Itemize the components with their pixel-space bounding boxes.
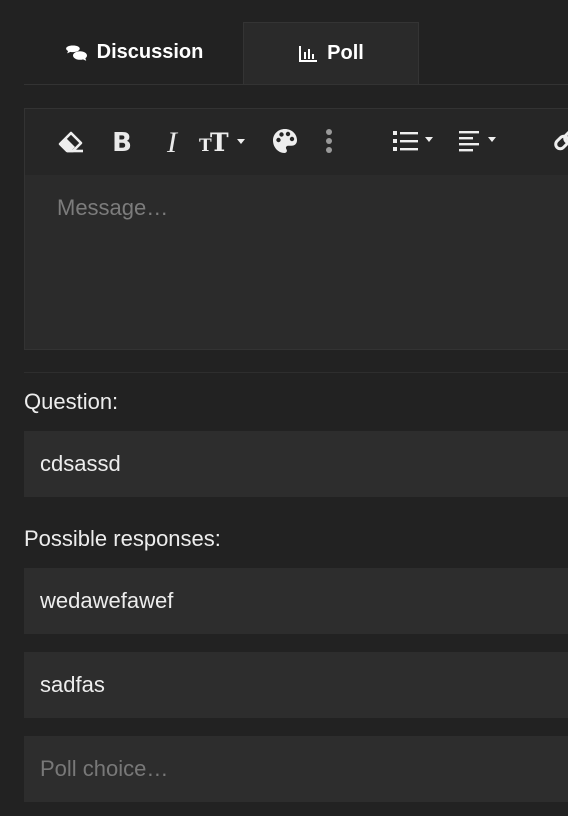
tab-poll[interactable]: Poll	[243, 22, 419, 84]
responses-label: Possible responses:	[24, 526, 221, 551]
eraser-button[interactable]	[55, 128, 87, 158]
list-icon	[392, 130, 438, 157]
poll-composer: Discussion Poll B I T T Message… Questio…	[0, 0, 568, 816]
tab-discussion[interactable]: Discussion	[24, 22, 243, 83]
message-editor: B I T T	[24, 108, 568, 350]
link-icon	[551, 128, 568, 158]
link-button[interactable]	[551, 128, 568, 158]
list-button[interactable]	[391, 128, 439, 158]
eraser-icon	[57, 129, 85, 158]
editor-toolbar: B I T T	[25, 109, 568, 176]
bold-button[interactable]: B	[107, 128, 137, 158]
italic-icon: I	[167, 126, 177, 159]
palette-icon	[271, 127, 299, 160]
align-left-icon	[458, 130, 504, 157]
align-button[interactable]	[457, 128, 505, 158]
tab-discussion-label: Discussion	[96, 41, 204, 63]
italic-button[interactable]: I	[157, 126, 187, 159]
more-options-button[interactable]	[319, 128, 339, 158]
question-input[interactable]	[24, 431, 568, 497]
poll-choice-input[interactable]	[24, 568, 568, 634]
message-body	[25, 175, 568, 349]
message-textarea[interactable]	[25, 175, 568, 349]
bar-chart-icon	[298, 45, 318, 63]
svg-text:T: T	[210, 128, 229, 154]
poll-choice-input[interactable]	[24, 652, 568, 718]
tab-poll-label: Poll	[327, 42, 364, 64]
text-size-button[interactable]: T T	[197, 128, 253, 158]
new-poll-choice-input[interactable]	[24, 736, 568, 802]
divider	[24, 372, 568, 373]
palette-button[interactable]	[269, 128, 301, 158]
question-label: Question:	[24, 389, 119, 414]
bold-icon: B	[112, 128, 132, 158]
more-vertical-icon	[325, 128, 333, 159]
composer-tabs: Discussion Poll	[24, 22, 568, 85]
text-size-icon: T T	[199, 128, 251, 159]
comments-icon	[64, 43, 88, 63]
